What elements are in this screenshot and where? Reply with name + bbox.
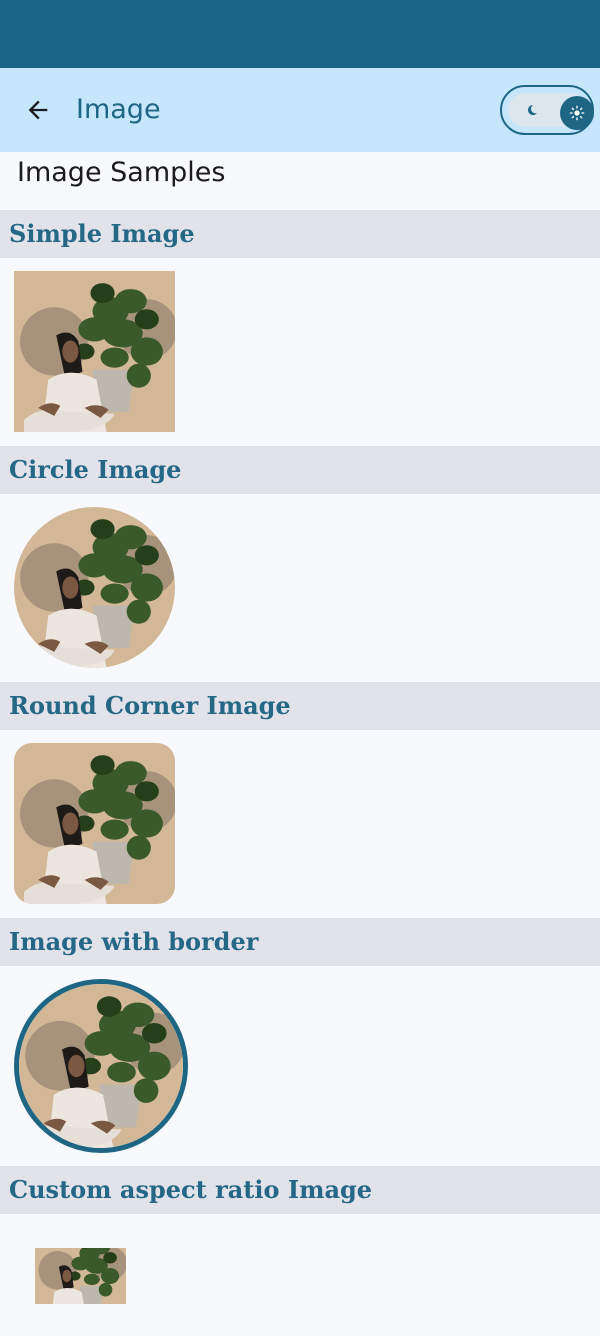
section-title: Simple Image <box>9 219 195 248</box>
section-header-round-corner-image: Round Corner Image <box>0 682 600 730</box>
section-title: Custom aspect ratio Image <box>9 1175 373 1204</box>
page-heading: Image Samples <box>17 157 226 188</box>
toggle-knob <box>560 96 594 130</box>
simple-image <box>14 271 175 432</box>
status-bar <box>0 0 600 68</box>
circle-image <box>14 507 175 668</box>
toggle-track <box>508 93 594 130</box>
sun-icon <box>569 105 585 121</box>
section-title: Round Corner Image <box>9 691 291 720</box>
app-bar: Image <box>0 68 600 152</box>
section-title: Image with border <box>9 927 259 956</box>
moon-icon <box>528 105 537 115</box>
theme-toggle[interactable] <box>500 85 594 135</box>
bordered-image <box>14 979 188 1153</box>
page-title: Image <box>76 94 161 125</box>
custom-aspect-ratio-image <box>35 1248 126 1304</box>
section-header-simple-image: Simple Image <box>0 210 600 258</box>
section-header-custom-aspect-ratio-image: Custom aspect ratio Image <box>0 1166 600 1214</box>
round-corner-image <box>14 743 175 904</box>
section-header-circle-image: Circle Image <box>0 446 600 494</box>
arrow-back-icon <box>28 100 48 120</box>
back-button[interactable] <box>18 90 58 130</box>
section-header-image-with-border: Image with border <box>0 918 600 966</box>
section-title: Circle Image <box>9 455 182 484</box>
